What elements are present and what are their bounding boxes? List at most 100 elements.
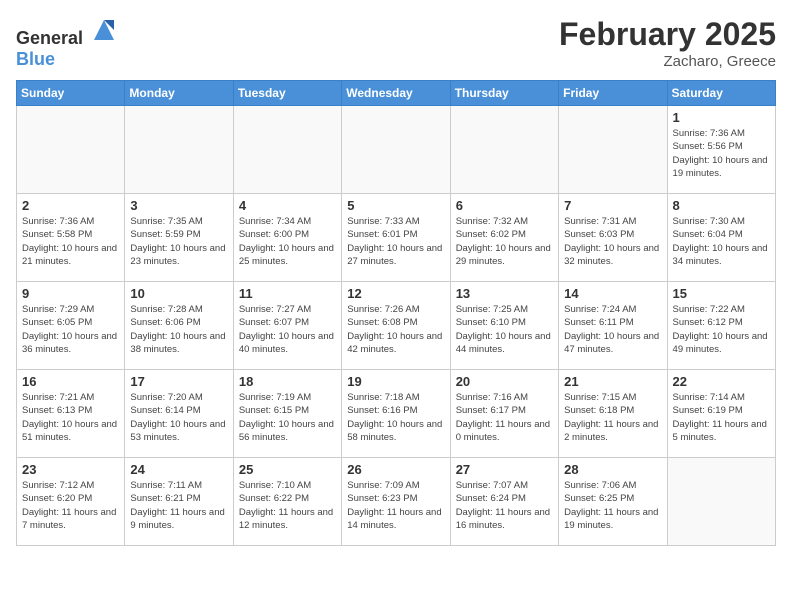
day-info: Sunrise: 7:22 AM Sunset: 6:12 PM Dayligh… [673,303,770,356]
day-number: 7 [564,198,661,213]
day-info: Sunrise: 7:14 AM Sunset: 6:19 PM Dayligh… [673,391,770,444]
calendar-cell [342,106,450,194]
day-number: 27 [456,462,553,477]
day-info: Sunrise: 7:28 AM Sunset: 6:06 PM Dayligh… [130,303,227,356]
day-info: Sunrise: 7:36 AM Sunset: 5:58 PM Dayligh… [22,215,119,268]
weekday-header-thursday: Thursday [450,81,558,106]
calendar-cell: 25 Sunrise: 7:10 AM Sunset: 6:22 PM Dayli… [233,458,341,546]
day-info: Sunrise: 7:20 AM Sunset: 6:14 PM Dayligh… [130,391,227,444]
calendar-cell: 21Sunrise: 7:15 AM Sunset: 6:18 PM Dayli… [559,370,667,458]
day-info: Sunrise: 7:31 AM Sunset: 6:03 PM Dayligh… [564,215,661,268]
weekday-header-monday: Monday [125,81,233,106]
week-row-1: 2 Sunrise: 7:36 AM Sunset: 5:58 PM Daylig… [17,194,776,282]
day-number: 24 [130,462,227,477]
day-info: Sunrise: 7:16 AM Sunset: 6:17 PM Dayligh… [456,391,553,444]
calendar-cell [125,106,233,194]
day-info: Sunrise: 7:24 AM Sunset: 6:11 PM Dayligh… [564,303,661,356]
day-info: Sunrise: 7:26 AM Sunset: 6:08 PM Dayligh… [347,303,444,356]
calendar-table: SundayMondayTuesdayWednesdayThursdayFrid… [16,80,776,546]
day-number: 6 [456,198,553,213]
day-info: Sunrise: 7:18 AM Sunset: 6:16 PM Dayligh… [347,391,444,444]
day-info: Sunrise: 7:15 AM Sunset: 6:18 PM Dayligh… [564,391,661,444]
day-info: Sunrise: 7:07 AM Sunset: 6:24 PM Dayligh… [456,479,553,532]
weekday-header-sunday: Sunday [17,81,125,106]
calendar-cell: 24 Sunrise: 7:11 AM Sunset: 6:21 PM Dayli… [125,458,233,546]
calendar-title: February 2025 [559,16,776,53]
day-number: 3 [130,198,227,213]
weekday-header-wednesday: Wednesday [342,81,450,106]
calendar-cell: 10 Sunrise: 7:28 AM Sunset: 6:06 PM Dayli… [125,282,233,370]
page-header: General Blue February 2025 Zacharo, Gree… [16,16,776,70]
weekday-header-row: SundayMondayTuesdayWednesdayThursdayFrid… [17,81,776,106]
day-number: 16 [22,374,119,389]
logo: General Blue [16,16,118,70]
logo-general: General [16,28,83,48]
calendar-cell: 13 Sunrise: 7:25 AM Sunset: 6:10 PM Dayli… [450,282,558,370]
day-info: Sunrise: 7:27 AM Sunset: 6:07 PM Dayligh… [239,303,336,356]
weekday-header-friday: Friday [559,81,667,106]
calendar-cell: 19 Sunrise: 7:18 AM Sunset: 6:16 PM Dayli… [342,370,450,458]
title-block: February 2025 Zacharo, Greece [559,16,776,70]
day-number: 17 [130,374,227,389]
day-info: Sunrise: 7:09 AM Sunset: 6:23 PM Dayligh… [347,479,444,532]
day-number: 11 [239,286,336,301]
calendar-cell: 22 Sunrise: 7:14 AM Sunset: 6:19 PM Dayli… [667,370,775,458]
calendar-cell: 6Sunrise: 7:32 AM Sunset: 6:02 PM Daylig… [450,194,558,282]
day-number: 28 [564,462,661,477]
day-number: 4 [239,198,336,213]
day-info: Sunrise: 7:35 AM Sunset: 5:59 PM Dayligh… [130,215,227,268]
day-number: 22 [673,374,770,389]
calendar-cell: 26 Sunrise: 7:09 AM Sunset: 6:23 PM Dayli… [342,458,450,546]
calendar-cell: 11 Sunrise: 7:27 AM Sunset: 6:07 PM Dayli… [233,282,341,370]
calendar-cell [233,106,341,194]
day-number: 26 [347,462,444,477]
day-info: Sunrise: 7:11 AM Sunset: 6:21 PM Dayligh… [130,479,227,532]
day-number: 9 [22,286,119,301]
day-info: Sunrise: 7:34 AM Sunset: 6:00 PM Dayligh… [239,215,336,268]
day-number: 19 [347,374,444,389]
day-number: 8 [673,198,770,213]
calendar-cell: 4 Sunrise: 7:34 AM Sunset: 6:00 PM Daylig… [233,194,341,282]
day-number: 25 [239,462,336,477]
weekday-header-saturday: Saturday [667,81,775,106]
calendar-cell: 17 Sunrise: 7:20 AM Sunset: 6:14 PM Dayli… [125,370,233,458]
calendar-cell: 7 Sunrise: 7:31 AM Sunset: 6:03 PM Daylig… [559,194,667,282]
day-info: Sunrise: 7:21 AM Sunset: 6:13 PM Dayligh… [22,391,119,444]
logo-text: General Blue [16,16,118,70]
calendar-cell: 23 Sunrise: 7:12 AM Sunset: 6:20 PM Dayli… [17,458,125,546]
calendar-cell: 20 Sunrise: 7:16 AM Sunset: 6:17 PM Dayli… [450,370,558,458]
calendar-cell: 12Sunrise: 7:26 AM Sunset: 6:08 PM Dayli… [342,282,450,370]
day-number: 13 [456,286,553,301]
day-info: Sunrise: 7:12 AM Sunset: 6:20 PM Dayligh… [22,479,119,532]
day-info: Sunrise: 7:30 AM Sunset: 6:04 PM Dayligh… [673,215,770,268]
logo-icon [90,16,118,44]
day-info: Sunrise: 7:19 AM Sunset: 6:15 PM Dayligh… [239,391,336,444]
calendar-cell: 27 Sunrise: 7:07 AM Sunset: 6:24 PM Dayli… [450,458,558,546]
calendar-cell: 2 Sunrise: 7:36 AM Sunset: 5:58 PM Daylig… [17,194,125,282]
calendar-cell: 18 Sunrise: 7:19 AM Sunset: 6:15 PM Dayli… [233,370,341,458]
day-info: Sunrise: 7:25 AM Sunset: 6:10 PM Dayligh… [456,303,553,356]
day-number: 1 [673,110,770,125]
calendar-cell: 14 Sunrise: 7:24 AM Sunset: 6:11 PM Dayli… [559,282,667,370]
day-info: Sunrise: 7:10 AM Sunset: 6:22 PM Dayligh… [239,479,336,532]
day-number: 18 [239,374,336,389]
calendar-cell: 9Sunrise: 7:29 AM Sunset: 6:05 PM Daylig… [17,282,125,370]
calendar-cell: 1 Sunrise: 7:36 AM Sunset: 5:56 PM Daylig… [667,106,775,194]
week-row-2: 9Sunrise: 7:29 AM Sunset: 6:05 PM Daylig… [17,282,776,370]
calendar-cell [559,106,667,194]
day-info: Sunrise: 7:36 AM Sunset: 5:56 PM Dayligh… [673,127,770,180]
day-number: 10 [130,286,227,301]
day-number: 20 [456,374,553,389]
day-info: Sunrise: 7:33 AM Sunset: 6:01 PM Dayligh… [347,215,444,268]
calendar-cell [450,106,558,194]
week-row-0: 1 Sunrise: 7:36 AM Sunset: 5:56 PM Daylig… [17,106,776,194]
day-number: 2 [22,198,119,213]
week-row-4: 23 Sunrise: 7:12 AM Sunset: 6:20 PM Dayli… [17,458,776,546]
calendar-cell [17,106,125,194]
day-number: 14 [564,286,661,301]
calendar-cell: 8 Sunrise: 7:30 AM Sunset: 6:04 PM Daylig… [667,194,775,282]
day-number: 23 [22,462,119,477]
calendar-cell: 3 Sunrise: 7:35 AM Sunset: 5:59 PM Daylig… [125,194,233,282]
calendar-cell: 16 Sunrise: 7:21 AM Sunset: 6:13 PM Dayli… [17,370,125,458]
day-number: 15 [673,286,770,301]
